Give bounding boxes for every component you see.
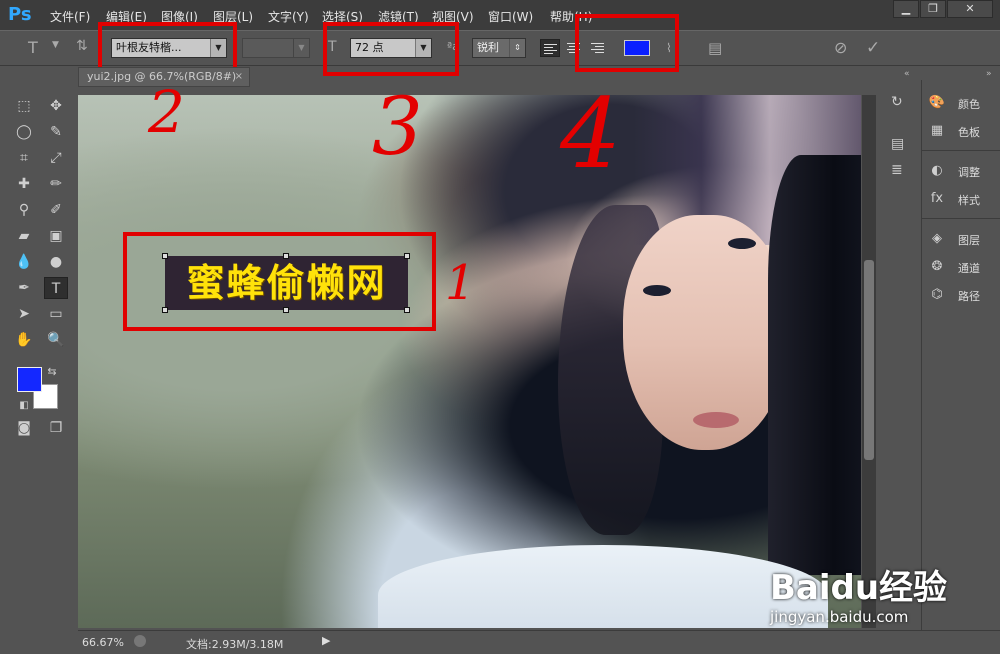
photoshop-logo: Ps	[8, 3, 36, 27]
panel-tab-adjustments[interactable]: ◐ 调整	[928, 162, 998, 182]
panel-tab-layers[interactable]: ◈ 图层	[928, 230, 998, 250]
menu-window[interactable]: 窗口(W)	[488, 8, 533, 25]
hand-tool-icon[interactable]: ✋	[12, 329, 36, 351]
callout-box-text-layer	[123, 232, 436, 331]
panel-label: 图层	[958, 234, 980, 247]
panel-divider	[922, 150, 1000, 151]
panel-label: 色板	[958, 126, 980, 139]
character-panel-icon[interactable]: ▤	[708, 39, 722, 57]
photo-eye-right	[728, 238, 756, 249]
foreground-color-swatch[interactable]	[17, 367, 42, 392]
vertical-scroll-thumb[interactable]	[864, 260, 874, 460]
screen-mode-icon[interactable]: ❐	[44, 417, 68, 439]
minimize-button[interactable]: ▁	[893, 0, 919, 18]
blur-tool-icon[interactable]: 💧	[12, 251, 36, 273]
cancel-icon[interactable]: ⊘	[834, 38, 847, 57]
callout-box-color	[575, 14, 679, 72]
channels-icon: ❂	[931, 259, 943, 274]
panel-label: 样式	[958, 194, 980, 207]
layers-icon: ◈	[932, 231, 942, 246]
palette-icon: 🎨	[928, 95, 946, 110]
panel-label: 调整	[958, 166, 980, 179]
panel-tab-channels[interactable]: ❂ 通道	[928, 258, 998, 278]
photo-hair-right	[768, 155, 861, 575]
chevron-down-icon: ▼	[293, 39, 309, 57]
document-canvas[interactable]: 蜜蜂偷懒网	[78, 95, 861, 628]
panel-label: 路径	[958, 290, 980, 303]
clone-stamp-tool-icon[interactable]: ⚲	[12, 199, 36, 221]
minimize-icon: ▁	[901, 2, 911, 15]
gradient-tool-icon[interactable]: ▣	[44, 225, 68, 247]
photo-shirt	[378, 545, 828, 628]
collapse-arrows-icon[interactable]: «	[904, 69, 910, 79]
zoom-level[interactable]: 66.67%	[82, 636, 124, 649]
paths-icon: ⌬	[931, 287, 943, 302]
font-style-select[interactable]: ▼	[242, 38, 310, 58]
close-button[interactable]: ✕	[947, 0, 993, 18]
marquee-tool-icon[interactable]: ⬚	[12, 95, 36, 117]
photo-eye-left	[643, 285, 671, 296]
brush-tool-icon[interactable]: ✏	[44, 173, 68, 195]
swap-colors-icon[interactable]: ⇆	[40, 361, 64, 383]
swatches-icon: ▦	[930, 123, 944, 138]
panel-label: 颜色	[958, 98, 980, 111]
panel-divider	[922, 218, 1000, 219]
path-selection-tool-icon[interactable]: ➤	[12, 303, 36, 325]
document-size-info: 文档:2.93M/3.18M	[186, 638, 284, 651]
expand-arrows-icon[interactable]: »	[986, 69, 992, 79]
vertical-scrollbar[interactable]	[862, 95, 876, 628]
crop-tool-icon[interactable]: ⌗	[12, 147, 36, 169]
lasso-tool-icon[interactable]: ◯	[12, 121, 36, 143]
close-tab-icon[interactable]: ×	[235, 68, 243, 86]
commit-checkmark-icon[interactable]: ✓	[866, 38, 880, 58]
paragraph-icon[interactable]: ≣	[891, 162, 903, 178]
styles-icon: fx	[930, 191, 944, 206]
close-icon: ✕	[965, 2, 975, 15]
eyedropper-tool-icon[interactable]: ⤢	[44, 147, 68, 169]
panels-dock: 🎨 颜色 ▦ 色板 ◐ 调整 fx 样式 ◈ 图层 ❂ 通道 ⌬ 路径	[921, 80, 1000, 640]
watermark-url: jingyan.baidu.com	[770, 608, 909, 626]
panel-tab-paths[interactable]: ⌬ 路径	[928, 286, 998, 306]
menu-file[interactable]: 文件(F)	[50, 8, 90, 25]
panel-tab-styles[interactable]: fx 样式	[928, 190, 998, 210]
chevron-updown-icon: ⇕	[509, 39, 525, 57]
dodge-tool-icon[interactable]: ●	[44, 251, 68, 273]
status-info-icon[interactable]	[134, 635, 146, 647]
annotation-number-4: 4	[560, 78, 622, 190]
character-icon[interactable]: ▤	[891, 136, 904, 152]
type-tool-icon[interactable]: T	[44, 277, 68, 299]
type-tool-icon[interactable]: T	[28, 38, 38, 57]
callout-box-size	[323, 22, 459, 76]
quick-mask-icon[interactable]: ◙	[12, 417, 36, 439]
pen-tool-icon[interactable]: ✒	[12, 277, 36, 299]
antialias-select[interactable]: 锐利 ⇕	[472, 38, 526, 58]
history-brush-tool-icon[interactable]: ✐	[44, 199, 68, 221]
move-tool-icon[interactable]: ✥	[44, 95, 68, 117]
status-menu-arrow-icon[interactable]: ▶	[322, 634, 330, 647]
antialias-value: 锐利	[477, 41, 499, 54]
menu-type[interactable]: 文字(Y)	[268, 8, 309, 25]
annotation-number-3: 3	[372, 80, 423, 173]
panel-label: 通道	[958, 262, 980, 275]
panel-icon-strip: ↻ ▤ ≣	[881, 80, 917, 640]
annotation-number-2: 2	[148, 78, 185, 146]
watermark-brand: Baidu经验	[770, 568, 948, 608]
history-icon[interactable]: ↻	[891, 94, 903, 110]
baidu-watermark: Baidu经验 jingyan.baidu.com	[770, 560, 1000, 650]
tool-preset-dropdown-icon[interactable]: ▼	[52, 40, 59, 50]
eraser-tool-icon[interactable]: ▰	[12, 225, 36, 247]
quick-selection-tool-icon[interactable]: ✎	[44, 121, 68, 143]
panel-tab-swatches[interactable]: ▦ 色板	[928, 122, 998, 142]
photo-lips	[693, 412, 739, 428]
panel-tab-color[interactable]: 🎨 颜色	[928, 94, 998, 114]
adjustments-icon: ◐	[931, 163, 943, 178]
restore-button[interactable]: ❐	[920, 0, 946, 18]
healing-brush-tool-icon[interactable]: ✚	[12, 173, 36, 195]
align-left-button[interactable]	[540, 39, 560, 57]
text-orientation-icon[interactable]: ⇅	[76, 38, 88, 54]
restore-icon: ❐	[928, 2, 938, 15]
annotation-number-1: 1	[445, 255, 476, 311]
rectangle-tool-icon[interactable]: ▭	[44, 303, 68, 325]
zoom-tool-icon[interactable]: 🔍	[44, 329, 68, 351]
